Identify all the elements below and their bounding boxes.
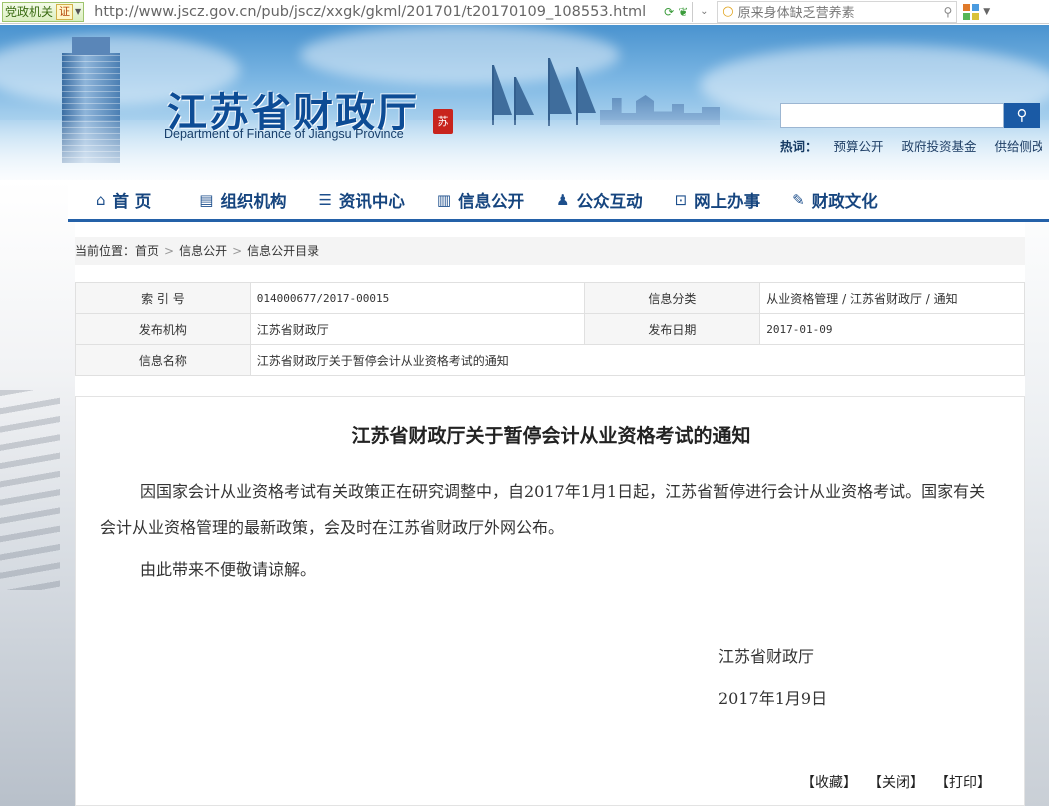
info-icon: ▥ (436, 191, 452, 209)
search-icon: ⚲ (1016, 106, 1028, 124)
hot-word-link[interactable]: 预算公开 (834, 139, 884, 154)
refresh-icon[interactable]: ⟳ (664, 5, 674, 19)
close-button[interactable]: 【关闭】 (875, 775, 924, 791)
nav-item-culture[interactable]: ✎ 财政文化 (792, 188, 878, 212)
article-paragraph: 因国家会计从业资格考试有关政策正在研究调整中，自2017年1月1日起，江苏省暂停… (100, 482, 986, 537)
main-nav: ⌂ 首 页 ▤ 组织机构 ☰ 资讯中心 ▥ 信息公开 ♟ 公众互动 ⊡ 网上办事 ✎ 财政文化 (68, 180, 1049, 220)
site-search-input[interactable] (780, 103, 1004, 128)
nav-item-home[interactable]: ⌂ 首 页 (96, 188, 151, 212)
user-icon: ♟ (556, 191, 570, 209)
nav-label: 信息公开 (458, 192, 525, 211)
breadcrumb-item[interactable]: 首页 (135, 244, 159, 258)
leaf-icon[interactable]: ❦ (678, 5, 688, 19)
category-key: 信息分类 (584, 282, 761, 314)
side-background-left (0, 180, 75, 806)
table-row: 索 引 号 014000677/2017-00015 信息分类 从业资格管理 /… (75, 282, 1025, 314)
news-icon: ☰ (318, 191, 332, 209)
nav-item-online[interactable]: ⊡ 网上办事 (675, 188, 761, 212)
site-banner: 江苏省财政厅 Department of Finance of Jiangsu … (0, 25, 1049, 180)
cert-icon: 证 (56, 3, 74, 20)
index-value: 014000677/2017-00015 (249, 282, 586, 314)
nav-label: 公众互动 (576, 192, 643, 211)
browser-search-box[interactable]: ○ 原来身体缺乏营养素 ⚲ (717, 0, 958, 23)
signature-date: 2017年1月9日 (718, 689, 828, 708)
chevron-down-icon: ▼ (75, 7, 82, 16)
nav-underline (68, 219, 1049, 222)
chart-icon: ⊡ (674, 191, 688, 209)
gov-cert-badge[interactable]: 党政机关 证 ▼ (2, 1, 85, 22)
hot-words: 热词： 预算公开 政府投资基金 供给侧改 (780, 136, 1042, 155)
hot-word-link[interactable]: 供给侧改 (995, 139, 1043, 154)
chevron-right-icon: > (164, 244, 175, 258)
signature-org: 江苏省财政厅 (718, 647, 815, 666)
site-search-button[interactable]: ⚲ (1004, 103, 1040, 128)
site-subtitle: Department of Finance of Jiangsu Provinc… (164, 127, 404, 141)
search-engine-icon: ○ (722, 4, 734, 19)
nav-item-public[interactable]: ♟ 公众互动 (556, 188, 642, 212)
org-key: 发布机构 (75, 313, 251, 345)
breadcrumb-prefix: 当前位置： (75, 244, 136, 258)
nav-item-info[interactable]: ▥ 信息公开 (437, 188, 524, 212)
home-icon: ⌂ (96, 191, 106, 209)
table-row: 信息名称 江苏省财政厅关于暂停会计从业资格考试的通知 (75, 344, 1026, 376)
apps-dropdown-icon[interactable]: ▼ (983, 7, 990, 17)
search-icon[interactable]: ⚲ (944, 5, 953, 19)
address-dropdown-icon[interactable]: ⌄ (697, 6, 711, 17)
article-title: 江苏省财政厅关于暂停会计从业资格考试的通知 (351, 425, 751, 447)
org-value: 江苏省财政厅 (249, 313, 586, 345)
seal-logo: 苏 (433, 109, 453, 134)
hot-words-label: 热词： (780, 139, 818, 154)
article-paragraph: 由此带来不便敬请谅解。 (140, 560, 317, 579)
info-table: 索 引 号 014000677/2017-00015 信息分类 从业资格管理 /… (75, 282, 1026, 376)
date-key: 发布日期 (584, 313, 761, 345)
nav-item-news[interactable]: ☰ 资讯中心 (318, 188, 404, 212)
index-key: 索 引 号 (75, 282, 251, 314)
culture-icon: ✎ (792, 191, 805, 209)
cert-label: 党政机关 (5, 5, 54, 19)
breadcrumb: 当前位置：首页 > 信息公开 > 信息公开目录 (75, 237, 1025, 265)
table-row: 发布机构 江苏省财政厅 发布日期 2017-01-09 (75, 313, 1025, 345)
nav-label: 网上办事 (694, 192, 761, 211)
nav-label: 财政文化 (811, 192, 878, 211)
apps-grid-icon[interactable] (963, 3, 980, 20)
article-actions: 【收藏】 【关闭】 【打印】 (801, 772, 1009, 792)
nav-label: 组织机构 (220, 192, 287, 211)
url-field[interactable]: http://www.jscz.gov.cn/pub/jscz/xxgk/gkm… (94, 4, 659, 20)
nav-item-org[interactable]: ▤ 组织机构 (199, 188, 286, 212)
side-background-right (1025, 180, 1049, 806)
favorite-button[interactable]: 【收藏】 (801, 775, 857, 791)
name-value: 江苏省财政厅关于暂停会计从业资格考试的通知 (249, 344, 1026, 376)
nav-label: 首 页 (112, 192, 152, 211)
breadcrumb-item[interactable]: 信息公开 (179, 244, 227, 258)
date-value: 2017-01-09 (759, 313, 1025, 345)
site-search: ⚲ (780, 103, 1040, 128)
browser-search-input[interactable]: 原来身体缺乏营养素 (738, 2, 944, 21)
nav-label: 资讯中心 (338, 192, 405, 211)
name-key: 信息名称 (75, 344, 251, 376)
org-icon: ▤ (199, 191, 214, 209)
chevron-right-icon: > (232, 244, 243, 258)
browser-address-bar: 党政机关 证 ▼ http://www.jscz.gov.cn/pub/jscz… (0, 0, 1049, 24)
breadcrumb-item[interactable]: 信息公开目录 (247, 244, 319, 258)
category-value: 从业资格管理 / 江苏省财政厅 / 通知 (759, 282, 1025, 314)
hot-word-link[interactable]: 政府投资基金 (902, 139, 977, 154)
article-body: 江苏省财政厅关于暂停会计从业资格考试的通知 因国家会计从业资格考试有关政策正在研… (75, 396, 1025, 806)
print-button[interactable]: 【打印】 (942, 775, 991, 791)
